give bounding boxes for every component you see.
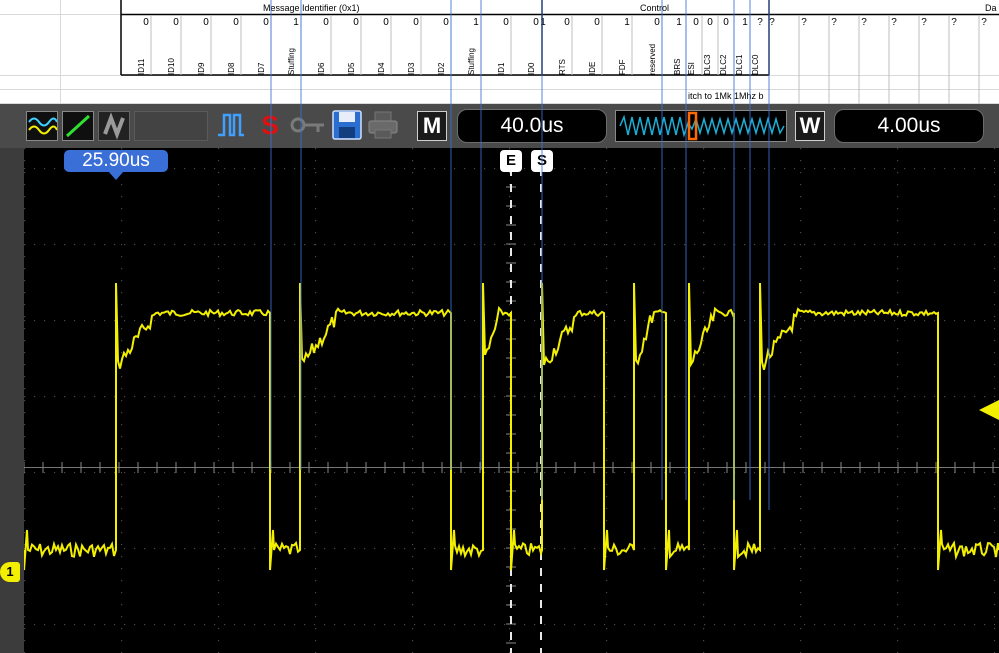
id-label: ID7 (257, 62, 266, 75)
scope-toolbar: S M 40.0us W 4.00us (0, 104, 999, 148)
data-value: ? (981, 17, 987, 28)
sheet-note: itch to 1Mk 1Mhz b (688, 91, 764, 101)
control-label: ESI (687, 62, 696, 75)
timebase-mode-button[interactable]: M (417, 111, 447, 141)
trigger-level-icon[interactable] (979, 400, 999, 420)
timebase-field[interactable]: 40.0us (457, 109, 607, 143)
scope-screen (24, 148, 999, 653)
control-label: reserved (648, 43, 657, 75)
control-label: DLC0 (751, 54, 760, 75)
control-label: IDE (588, 61, 597, 75)
control-header: Control (640, 3, 670, 13)
cursor-time-readout[interactable]: 25.90us (64, 150, 168, 172)
id-label: ID2 (437, 62, 446, 75)
cursor-e-marker[interactable]: E (500, 150, 522, 172)
data-value: ? (891, 17, 897, 28)
save-icon[interactable] (331, 109, 363, 141)
id-label: ID10 (167, 58, 176, 75)
id-label: ID1 (497, 62, 506, 75)
id-label: ID5 (347, 62, 356, 75)
xy-mode-icon[interactable] (62, 111, 94, 141)
data-value: ? (921, 17, 927, 28)
message-id-header: Message Identifier (0x1) (263, 3, 360, 13)
id-label: Stuffing (467, 48, 476, 75)
channel-1-marker[interactable]: 1 (0, 562, 20, 582)
id-label: Stuffing (287, 48, 296, 75)
cursor-s-marker[interactable]: S (531, 150, 553, 172)
id-label: ID6 (317, 62, 326, 75)
data-value: ? (951, 17, 957, 28)
id-label: ID9 (197, 62, 206, 75)
key-icon[interactable] (290, 114, 326, 136)
channel-1-trace (24, 282, 999, 571)
oscilloscope-view: S M 40.0us W 4.00us 1 25.90us E S (0, 104, 999, 653)
id-label: ID8 (227, 62, 236, 75)
persistence-icon[interactable] (98, 111, 130, 141)
zoom-overview-bar[interactable] (615, 110, 787, 142)
control-label: DLC3 (703, 54, 712, 75)
math-waveform-icon[interactable] (26, 111, 58, 141)
window-mode-button[interactable]: W (795, 111, 825, 141)
id-label: ID11 (137, 58, 146, 75)
control-label: BRS (673, 58, 682, 75)
data-header: Da (985, 3, 997, 13)
data-value: ? (801, 17, 807, 28)
id-label: ID3 (407, 62, 416, 75)
pulse-trigger-icon[interactable] (216, 111, 246, 139)
graticule (24, 148, 999, 653)
data-value: ? (769, 17, 775, 28)
print-icon[interactable] (367, 110, 399, 140)
window-field[interactable]: 4.00us (834, 109, 984, 143)
blank-field (134, 111, 208, 141)
data-value: ? (831, 17, 837, 28)
id-label: ID0 (527, 62, 536, 75)
cursor-pointer-icon (108, 171, 124, 180)
data-value: ? (861, 17, 867, 28)
control-label: RTS (558, 59, 567, 75)
stop-icon[interactable]: S (258, 108, 282, 142)
decode-spreadsheet: Message Identifier (0x1) Control Da 0 0 … (0, 0, 999, 104)
control-label: DLC1 (735, 54, 744, 75)
control-label: FDF (618, 59, 627, 75)
id-label: ID4 (377, 62, 386, 75)
control-label: DLC2 (719, 54, 728, 75)
